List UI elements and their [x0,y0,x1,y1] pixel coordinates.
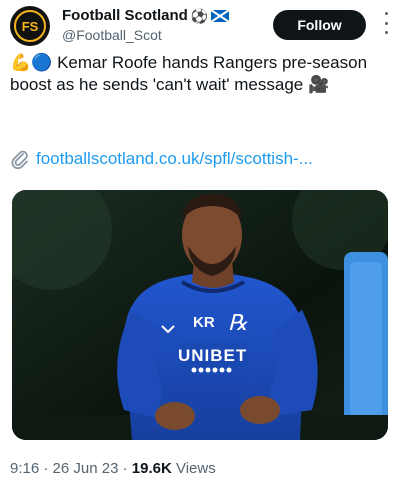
svg-text:℞: ℞ [228,310,248,335]
article-link[interactable]: footballscotland.co.uk/spfl/scottish-... [36,148,313,170]
meta-separator: · [122,460,132,477]
tweet-header: FS Football Scotland ⚽ @Football_Scot Fo… [10,4,390,48]
avatar[interactable]: FS [10,6,50,46]
views-label: Views [175,460,216,477]
shirt-sponsor: UNIBET [178,346,248,365]
avatar-logo: FS [14,10,46,42]
emoji-prefix: 💪🔵 [10,53,53,72]
meta-separator: · [43,460,53,477]
follow-button[interactable]: Follow [273,10,366,40]
link-row[interactable]: footballscotland.co.uk/spfl/scottish-... [10,148,390,170]
author-block[interactable]: Football Scotland ⚽ @Football_Scot [62,6,230,44]
shirt-initials: KR [193,314,215,331]
tweet-text: 💪🔵 Kemar Roofe hands Rangers pre-season … [10,52,380,96]
handle[interactable]: @Football_Scot [62,26,229,44]
paperclip-icon [11,150,28,169]
tweet-time[interactable]: 9:16 [10,460,39,477]
display-name[interactable]: Football Scotland [62,6,188,26]
views-count: 19.6K [131,460,172,477]
tweet-meta: 9:16 · 26 Jun 23 · 19.6K Views [10,459,216,479]
more-options-icon[interactable] [382,12,390,34]
display-name-row[interactable]: Football Scotland ⚽ [62,6,230,26]
football-emoji-icon: ⚽ [190,8,209,24]
scotland-flag-icon [211,10,230,22]
tweet-date[interactable]: 26 Jun 23 [53,460,119,477]
tweet-media-image[interactable]: ℞ KR UNIBET [12,190,388,440]
camera-emoji-icon: 🎥 [307,75,330,94]
